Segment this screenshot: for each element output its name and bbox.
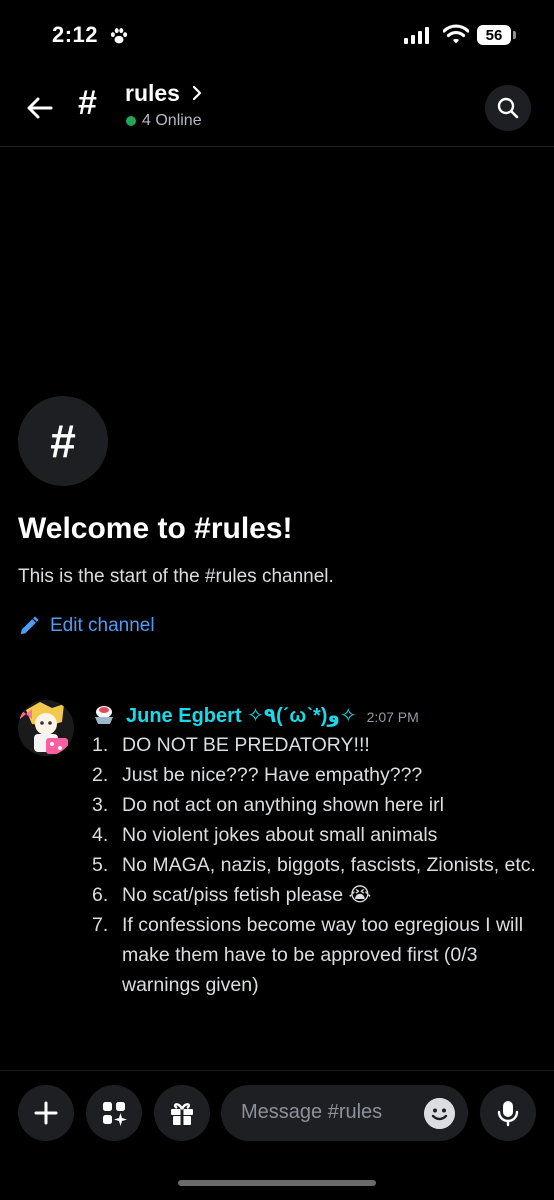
- list-item: 5. No MAGA, nazis, biggots, fascists, Zio…: [92, 850, 542, 880]
- rule-number: 5.: [92, 854, 109, 876]
- rule-number: 4.: [92, 824, 109, 846]
- message-placeholder: Message #rules: [241, 1101, 383, 1123]
- status-bar: 2:12 56: [0, 0, 554, 70]
- gift-icon: [171, 1103, 193, 1125]
- message-timestamp: 2:07 PM: [366, 709, 419, 725]
- message-author[interactable]: June Egbert ✧٩(ˊωˋ*)و✧: [126, 703, 357, 728]
- sparkle-apps-icon: [103, 1102, 127, 1126]
- rules-list: 1. DO NOT BE PREDATORY!!! 2. Just be nice?…: [92, 730, 542, 1000]
- search-icon: [497, 97, 519, 119]
- list-item: 4. No violent jokes about small animals: [92, 820, 542, 850]
- clock: 2:12: [52, 22, 99, 47]
- list-item: 2. Just be nice??? Have empathy???: [92, 760, 542, 790]
- back-arrow-icon[interactable]: [24, 92, 56, 124]
- rule-text: No MAGA, nazis, biggots, fascists, Zioni…: [122, 854, 536, 876]
- rule-number: 1.: [92, 734, 109, 756]
- voice-message-button[interactable]: [480, 1085, 536, 1141]
- channel-hash-icon: #: [78, 84, 97, 122]
- rule-number: 3.: [92, 794, 109, 816]
- battery-tip: [513, 31, 516, 39]
- message-header: June Egbert ✧٩(ˊωˋ*)و✧ 2:07 PM: [92, 700, 419, 728]
- chevron-right-icon[interactable]: [190, 84, 204, 102]
- welcome-title: Welcome to #rules!: [18, 512, 293, 545]
- cell-signal-icon: [404, 27, 429, 44]
- rule-text: No violent jokes about small animals: [122, 824, 438, 846]
- list-item: 6. No scat/piss fetish please 😭: [92, 880, 542, 910]
- home-indicator[interactable]: [178, 1180, 376, 1186]
- plus-icon: [34, 1101, 58, 1125]
- edit-channel-link[interactable]: Edit channel: [18, 615, 155, 637]
- welcome-subtitle: This is the start of the #rules channel.: [18, 566, 334, 587]
- edit-channel-label: Edit channel: [50, 615, 155, 636]
- battery-level: 56: [485, 26, 503, 44]
- pencil-icon: [20, 616, 39, 635]
- hash-icon: #: [50, 415, 76, 467]
- microphone-icon: [497, 1101, 519, 1127]
- message-input[interactable]: Message #rules: [221, 1085, 468, 1141]
- channel-hash-badge: #: [18, 396, 108, 486]
- channel-title[interactable]: rules: [125, 80, 180, 107]
- channel-header: # rules 4 Online: [0, 70, 554, 147]
- search-button[interactable]: [485, 85, 531, 131]
- rule-number: 7.: [92, 914, 109, 936]
- list-item: 1. DO NOT BE PREDATORY!!!: [92, 730, 542, 760]
- rule-number: 6.: [92, 884, 109, 906]
- battery-indicator: 56: [477, 25, 511, 45]
- add-attachment-button[interactable]: [18, 1085, 74, 1141]
- list-item: 7. If confessions become way too egregiou…: [92, 910, 542, 1000]
- list-item: 3. Do not act on anything shown here irl: [92, 790, 542, 820]
- rule-text: Do not act on anything shown here irl: [122, 794, 444, 816]
- online-count: 4 Online: [142, 112, 202, 129]
- apps-button[interactable]: [86, 1085, 142, 1141]
- rule-text: DO NOT BE PREDATORY!!!: [122, 734, 370, 756]
- emoji-icon[interactable]: [424, 1098, 455, 1129]
- wifi-icon: [443, 24, 469, 44]
- avatar[interactable]: [18, 700, 74, 756]
- online-status-dot: [126, 116, 136, 126]
- shaved-ice-icon: [95, 706, 113, 724]
- paw-icon: [110, 28, 128, 44]
- rule-text: No scat/piss fetish please 😭: [122, 884, 372, 906]
- gift-button[interactable]: [154, 1085, 210, 1141]
- rule-text: Just be nice??? Have empathy???: [122, 764, 423, 786]
- rule-number: 2.: [92, 764, 109, 786]
- rule-text: If confessions become way too egregious …: [122, 914, 524, 996]
